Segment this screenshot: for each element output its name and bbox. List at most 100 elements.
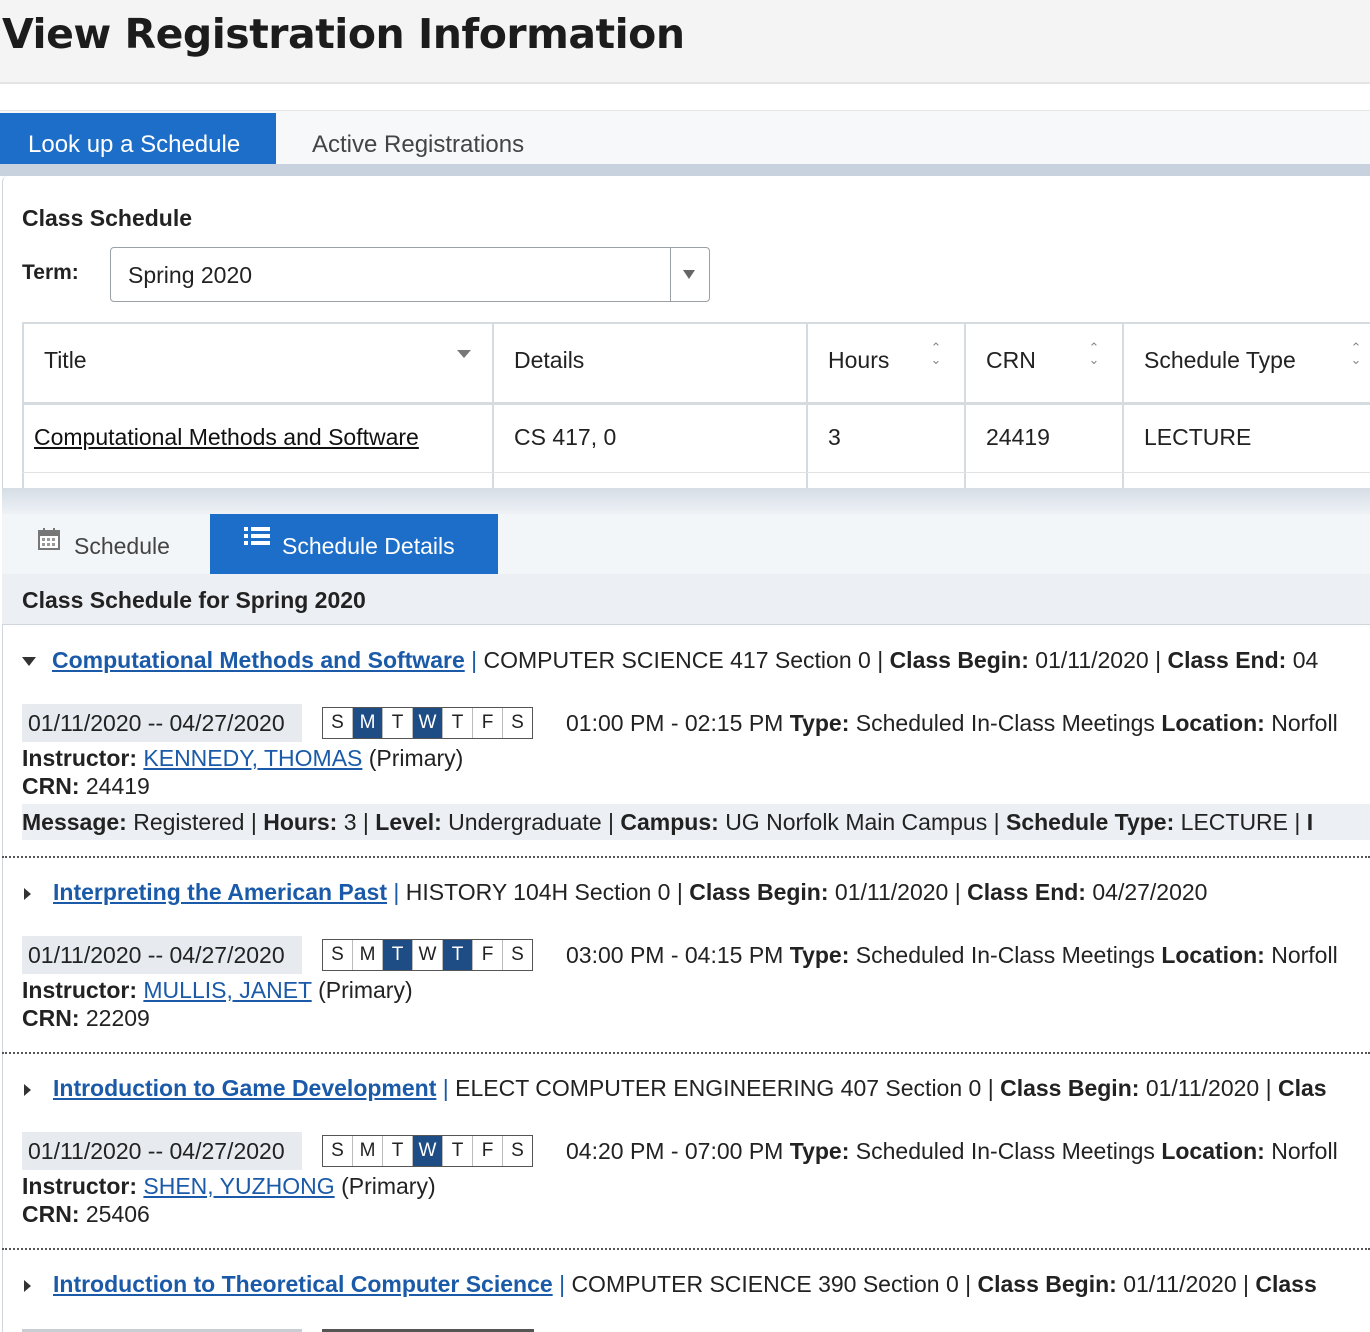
separator: | [250,809,257,835]
instructor-label: Instructor: [22,745,137,771]
class-end-value: 04/27/2020 [1092,879,1208,905]
level-value: Undergraduate [448,809,602,835]
instructor-label: Instructor: [22,977,137,1003]
tab-schedule[interactable]: Schedule [2,514,210,574]
separator: | [608,809,614,835]
day-wednesday: W [413,708,443,738]
grid-cell-crn: 24419 [986,424,1050,450]
tab-label: Look up a Schedule [28,131,241,158]
type-label: Type: [789,1138,850,1164]
campus-value: UG Norfolk Main Campus [725,809,988,835]
sort-desc-icon[interactable] [457,350,471,358]
column-header-schedule-type[interactable]: Schedule Type [1144,347,1296,374]
location-label: Location: [1161,1138,1265,1164]
course-divider [2,1052,1370,1054]
crn-line: CRN: 22209 [22,1005,150,1032]
expand-arrow-icon[interactable] [24,1083,31,1096]
meeting-time: 01:00 PM - 02:15 PM [566,710,784,736]
meeting-time: 03:00 PM - 04:15 PM [566,942,784,968]
course-title-link[interactable]: Interpreting the American Past [53,879,387,905]
day-saturday: S [503,708,532,738]
meeting-type: Scheduled In-Class Meetings [855,710,1155,736]
meeting-type: Scheduled In-Class Meetings [855,1138,1155,1164]
meeting-days: S M T W T F S [322,1135,533,1167]
select-divider [670,248,671,301]
course-title-link[interactable]: Introduction to Game Development [53,1075,436,1101]
course-summary: Introduction to Theoretical Computer Sci… [22,1271,1317,1298]
instructor-role: (Primary) [368,745,464,771]
meeting-location: Norfoll [1271,710,1338,736]
meeting-date-range: 01/11/2020 -- 04/27/2020 [22,704,302,742]
day-tuesday: T [383,940,413,970]
course-title-link[interactable]: Introduction to Theoretical Computer Sci… [53,1271,553,1297]
page-title: View Registration Information [2,10,685,58]
meeting-info: 01:00 PM - 02:15 PM Type: Scheduled In-C… [566,710,1338,737]
instructor-line: Instructor: SHEN, YUZHONG (Primary) [22,1173,436,1200]
instructor-role: (Primary) [341,1173,436,1199]
day-sunday: S [323,708,353,738]
grid-col-divider [806,322,808,490]
tabs-underline [0,164,1370,176]
schedule-details-header: Class Schedule for Spring 2020 [2,574,1370,625]
separator: | [877,647,884,673]
separator: | [987,1075,994,1101]
schedule-type-value: LECTURE [1180,809,1289,835]
column-header-hours[interactable]: Hours [828,347,889,374]
column-header-title[interactable]: Title [44,347,87,374]
grid-cell-hours: 3 [828,424,841,450]
separator: | [965,1271,972,1297]
day-thursday: T [443,1136,473,1166]
location-label: Location: [1161,710,1265,736]
instructor-line: Instructor: KENNEDY, THOMAS (Primary) [22,745,463,772]
class-end-label: Class [1255,1271,1317,1297]
registration-grid: Title Details Hours ⌃ ⌄ CRN ⌃ ⌄ Schedule T… [22,322,1370,490]
expand-arrow-icon[interactable] [24,887,31,900]
instructor-link[interactable]: MULLIS, JANET [143,977,311,1003]
instructor-link[interactable]: KENNEDY, THOMAS [143,745,362,771]
separator: | [362,809,369,835]
crn-line: CRN: 24419 [22,773,150,800]
tab-active-registrations[interactable]: Active Registrations [312,113,572,165]
day-saturday: S [503,1136,532,1166]
sort-icon[interactable]: ⌃ ⌄ [928,341,944,366]
main-tabs: Look up a Schedule Active Registrations [0,110,1370,165]
instructor-link[interactable]: SHEN, YUZHONG [143,1173,334,1199]
meeting-date-range: 01/11/2020 -- 04/27/2020 [22,936,302,974]
chevron-down-icon[interactable] [683,270,695,279]
level-label: Level: [375,809,442,835]
hours-value: 3 [343,809,357,835]
course-subject-section: HISTORY 104H Section 0 [405,879,671,905]
registration-message-bar: Message: Registered | Hours: 3 | Level: … [22,804,1370,840]
separator: | [1155,647,1162,673]
grid-cell-details: CS 417, 0 [514,424,617,450]
term-label: Term: [22,261,79,284]
sort-icon[interactable]: ⌃ ⌄ [1348,341,1364,366]
hours-label: Hours: [263,809,338,835]
type-label: Type: [789,942,850,968]
tab-look-up-schedule[interactable]: Look up a Schedule [0,113,276,165]
collapse-arrow-icon[interactable] [22,657,36,667]
class-end-label: Clas [1277,1075,1327,1101]
day-tuesday: T [383,708,413,738]
meeting-location: Norfoll [1271,942,1338,968]
meeting-days: S M T W T F S [322,707,533,739]
class-end-value: 04 [1292,647,1319,673]
grid-cell-title-link[interactable]: Computational Methods and Software [34,424,419,451]
term-select[interactable]: Spring 2020 [110,247,710,302]
expand-arrow-icon[interactable] [24,1279,31,1292]
class-begin-label: Class Begin: [1000,1075,1140,1101]
sort-icon[interactable]: ⌃ ⌄ [1086,341,1102,366]
column-header-crn[interactable]: CRN [986,347,1036,374]
course-title-link[interactable]: Computational Methods and Software [52,647,465,673]
meeting-date-range: 01/11/2020 -- 04/27/2020 [22,1132,302,1170]
separator: | [1243,1271,1249,1297]
class-begin-label: Class Begin: [977,1271,1117,1297]
class-end-label: Class End: [967,879,1086,905]
day-wednesday: W [413,940,443,970]
tab-schedule-details[interactable]: Schedule Details [210,514,498,574]
course-subject-section: ELECT COMPUTER ENGINEERING 407 Section 0 [455,1075,982,1101]
grid-row-border [22,472,1370,473]
day-saturday: S [503,940,532,970]
separator: | [954,879,961,905]
panel-splitter[interactable] [2,488,1370,514]
